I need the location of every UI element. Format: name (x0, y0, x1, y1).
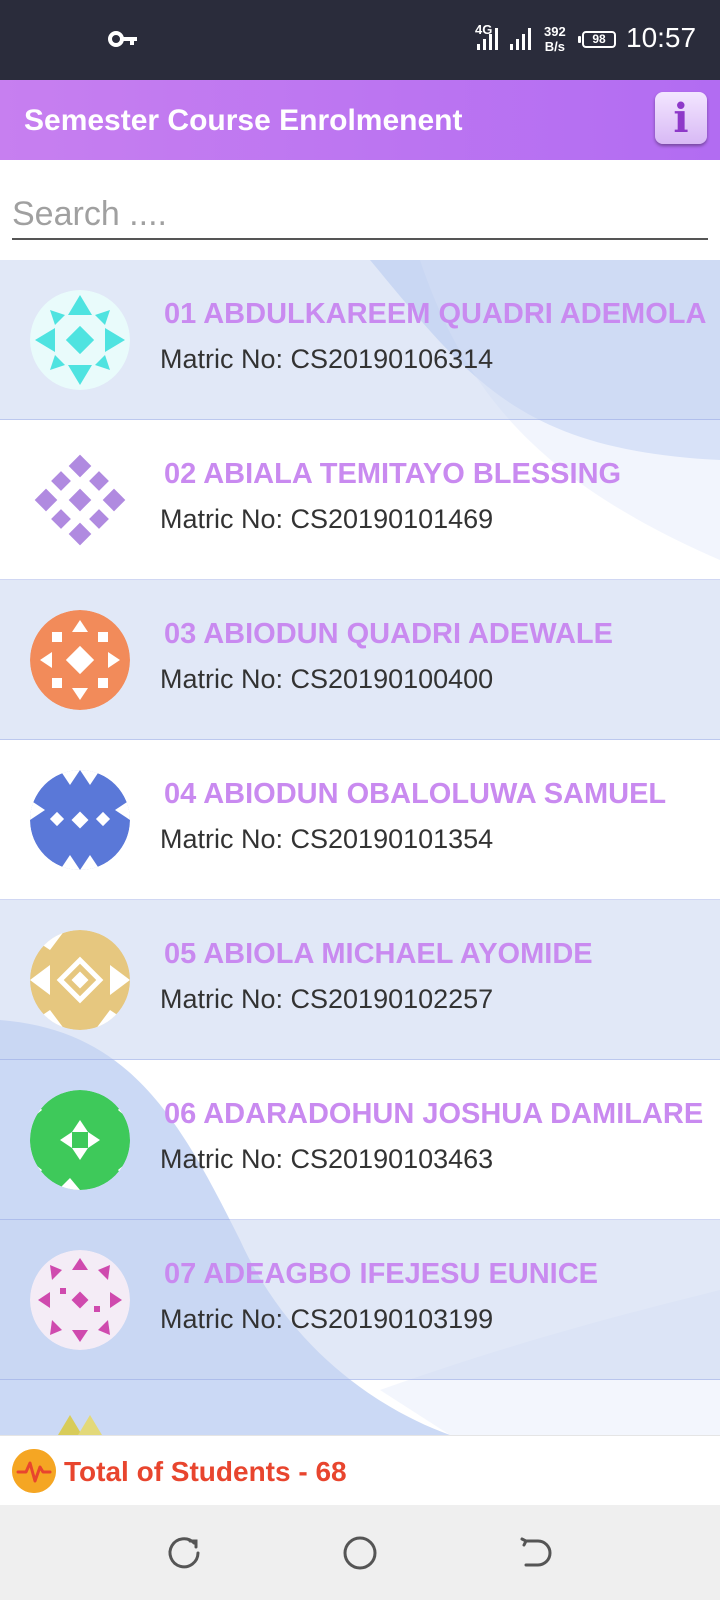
avatar (30, 1090, 130, 1190)
matric-number: Matric No: CS20190101469 (160, 504, 494, 534)
clock: 10:57 (626, 22, 697, 53)
info-icon: i (673, 94, 689, 142)
list-item[interactable]: 04 ABIODUN OBALOLUWA SAMUEL Matric No: C… (0, 740, 720, 900)
student-name: 07 ADEAGBO IFEJESU EUNICE (164, 1258, 599, 1290)
recent-apps-icon[interactable] (164, 1533, 204, 1573)
search-area (0, 160, 720, 260)
key-icon (108, 31, 137, 47)
student-name: 01 ABDULKAREEM QUADRI ADEMOLA (164, 298, 707, 330)
avatar (30, 1250, 130, 1350)
avatar (30, 930, 130, 1030)
status-bar: 4G 392 B/s 98 10:57 (0, 0, 720, 80)
student-name: 05 ABIOLA MICHAEL AYOMIDE (164, 938, 593, 970)
list-item[interactable]: 01 ABDULKAREEM QUADRI ADEMOLA Matric No:… (0, 260, 720, 420)
matric-number: Matric No: CS20190100400 (160, 664, 494, 694)
avatar (30, 770, 130, 870)
student-list[interactable]: 01 ABDULKAREEM QUADRI ADEMOLA Matric No:… (0, 260, 720, 1435)
list-item[interactable]: 07 ADEAGBO IFEJESU EUNICE Matric No: CS2… (0, 1220, 720, 1380)
total-students-label: Total of Students - 68 (64, 1456, 347, 1487)
footer: Total of Students - 68 (0, 1435, 720, 1505)
matric-number: Matric No: CS20190103463 (160, 1144, 494, 1174)
list-item[interactable]: 06 ADARADOHUN JOSHUA DAMILARE Matric No:… (0, 1060, 720, 1220)
avatar (30, 610, 130, 710)
matric-number: Matric No: CS20190102257 (160, 984, 494, 1014)
signal-icon (477, 28, 498, 50)
home-icon[interactable] (340, 1533, 380, 1573)
page-title: Semester Course Enrolmenent (24, 104, 463, 137)
list-item[interactable]: 03 ABIODUN QUADRI ADEWALE Matric No: CS2… (0, 580, 720, 740)
app-bar: Semester Course Enrolmenent i (0, 80, 720, 160)
navigation-bar (0, 1505, 720, 1600)
student-name: 02 ABIALA TEMITAYO BLESSING (164, 458, 622, 490)
signal-icon-2 (510, 28, 531, 50)
matric-number: Matric No: CS20190103199 (160, 1304, 494, 1334)
list-item-partial[interactable] (0, 1380, 720, 1435)
pulse-icon (12, 1449, 56, 1493)
speed-unit: B/s (544, 39, 565, 54)
matric-number: Matric No: CS20190106314 (160, 344, 494, 374)
matric-number: Matric No: CS20190101354 (160, 824, 494, 854)
student-name: 06 ADARADOHUN JOSHUA DAMILARE (164, 1098, 704, 1130)
avatar (58, 1415, 102, 1435)
back-icon[interactable] (516, 1533, 556, 1573)
student-name: 03 ABIODUN QUADRI ADEWALE (164, 618, 613, 650)
speed-value: 392 (544, 24, 566, 39)
battery-icon: 98 (578, 31, 616, 48)
search-input[interactable] (12, 190, 708, 240)
list-item[interactable]: 05 ABIOLA MICHAEL AYOMIDE Matric No: CS2… (0, 900, 720, 1060)
list-item[interactable]: 02 ABIALA TEMITAYO BLESSING Matric No: C… (0, 420, 720, 580)
network-speed: 392 B/s (544, 24, 566, 54)
info-button[interactable]: i (655, 92, 707, 144)
student-name: 04 ABIODUN OBALOLUWA SAMUEL (164, 778, 667, 810)
avatar (30, 290, 130, 390)
battery-level: 98 (592, 32, 606, 46)
avatar (30, 450, 130, 550)
